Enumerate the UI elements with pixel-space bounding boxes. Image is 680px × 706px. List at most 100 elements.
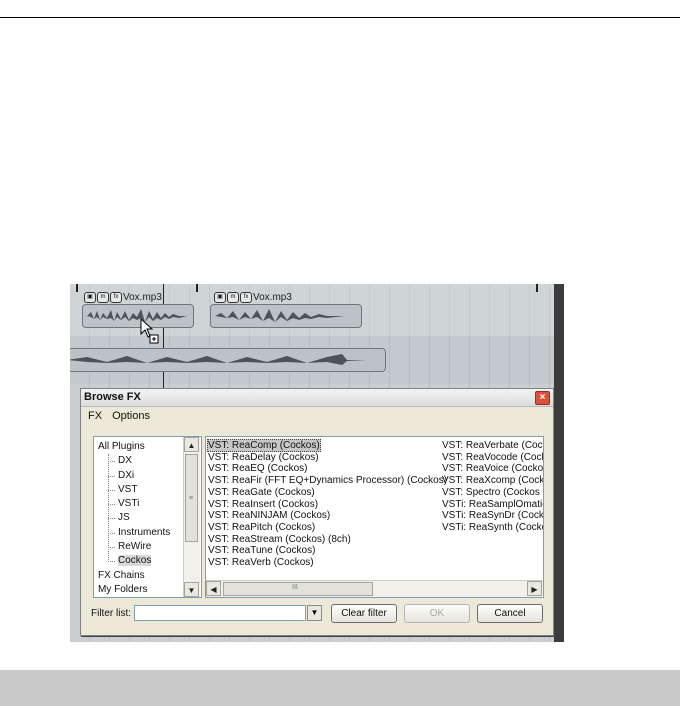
- grip-icon: ≡: [189, 495, 194, 502]
- plugin-category-tree[interactable]: All Plugins DX DXi VST VSTi JS Instruments ReWi…: [93, 436, 202, 598]
- item-lock-icon[interactable]: ▣: [214, 292, 226, 303]
- plugin-item[interactable]: VST: ReaGate (Cockos): [208, 487, 447, 499]
- plugin-item-label: VST: ReaVocode (Cocl: [442, 451, 544, 463]
- tree-scroll-thumb[interactable]: ≡: [185, 454, 198, 542]
- plugin-item-label: VST: ReaVoice (Cocko: [442, 463, 544, 475]
- filter-dropdown-icon[interactable]: ▼: [307, 605, 322, 621]
- plugin-item-label: VSTi: ReaSynDr (Cock: [442, 510, 544, 522]
- grip-icon: III: [292, 584, 298, 591]
- tree-item-label: VSTi: [118, 498, 140, 510]
- tree-item[interactable]: FX Chains: [98, 569, 170, 583]
- menu-fx[interactable]: FX: [88, 410, 102, 422]
- item-lock-icon[interactable]: ▣: [84, 292, 96, 303]
- tree-item[interactable]: ReWire: [98, 540, 170, 554]
- filter-list-input[interactable]: [134, 605, 306, 621]
- ok-button[interactable]: OK: [404, 604, 470, 623]
- item-a-header: ▣ m fx Vox.mp3: [84, 292, 162, 303]
- tree-item[interactable]: All Plugins: [98, 440, 170, 454]
- waveform-b: [215, 309, 345, 322]
- scroll-down-icon[interactable]: ▼: [184, 582, 199, 597]
- scroll-right-icon[interactable]: ▶: [527, 581, 542, 596]
- plugin-item[interactable]: VST: ReaVerb (Cockos): [208, 557, 447, 569]
- plugin-item-label: VST: ReaTune (Cockos): [208, 545, 316, 557]
- tree-item[interactable]: VSTi: [98, 497, 170, 511]
- tree-item[interactable]: JS: [98, 511, 170, 525]
- plugin-item[interactable]: VST: ReaInsert (Cockos): [208, 499, 447, 511]
- edit-cursor-line: [163, 284, 164, 394]
- plugin-item[interactable]: VST: ReaVocode (Cocl: [442, 451, 544, 464]
- tree-item-label: JS: [118, 512, 130, 524]
- bottom-band: [0, 670, 680, 706]
- plugin-item[interactable]: VST: ReaComp (Cockos): [207, 439, 447, 452]
- tree-item-label: ReWire: [118, 541, 152, 553]
- item-fx-button[interactable]: fx: [110, 292, 122, 303]
- plugin-item-label: VST: ReaDelay (Cockos): [208, 451, 319, 463]
- tree-item[interactable]: Instruments: [98, 526, 170, 540]
- tree-item-label: Instruments: [118, 526, 171, 538]
- marker-tick: [536, 284, 538, 292]
- cancel-button[interactable]: Cancel: [477, 604, 543, 623]
- plugin-item[interactable]: VST: ReaVerbate (Cocl: [442, 440, 543, 452]
- plugin-list[interactable]: VST: ReaComp (Cockos) VST: ReaDelay (Cock…: [205, 436, 544, 598]
- plugin-item[interactable]: VST: ReaTune (Cockos): [208, 545, 447, 557]
- plugin-item[interactable]: VST: ReaDelay (Cockos): [208, 452, 447, 464]
- scroll-up-icon[interactable]: ▲: [184, 437, 199, 452]
- scroll-left-icon[interactable]: ◀: [206, 581, 221, 596]
- plugin-item[interactable]: VST: ReaFir (FFT EQ+Dynamics Processor) …: [208, 475, 447, 487]
- plugin-item-label: VSTi: ReaSynth (Cocko: [442, 521, 544, 533]
- tree-item[interactable]: Cockos: [98, 554, 170, 568]
- plugin-item[interactable]: VST: ReaEQ (Cockos): [208, 463, 447, 475]
- dialog-title: Browse FX: [84, 391, 141, 403]
- waveform-long: [70, 354, 367, 365]
- item-mute-button[interactable]: m: [227, 292, 239, 303]
- plugin-item[interactable]: VSTi: ReaSynDr (Cock: [442, 510, 544, 522]
- plugin-item[interactable]: VST: ReaStream (Cockos) (8ch): [208, 534, 447, 546]
- tree-item-label: My Folders: [98, 583, 148, 595]
- item-a-name: Vox.mp3: [123, 292, 162, 303]
- plugin-horizontal-scrollbar[interactable]: ◀ III ▶: [206, 580, 543, 597]
- audio-item-a[interactable]: [82, 304, 194, 328]
- drag-copy-cursor-icon: [140, 318, 159, 344]
- plugin-item-label: VSTi: ReaSamplOmatic: [442, 498, 544, 510]
- plugin-item-label: VST: ReaStream (Cockos) (8ch): [208, 533, 351, 545]
- plugin-item[interactable]: VST: ReaNINJAM (Cockos): [208, 510, 447, 522]
- plugin-item[interactable]: VSTi: ReaSynth (Cocko: [442, 521, 544, 534]
- tree-vertical-scrollbar[interactable]: ▲ ≡ ▼: [183, 437, 200, 597]
- plugin-item-label: VST: ReaGate (Cockos): [208, 486, 315, 498]
- browse-fx-dialog: Browse FX × FX Options All Plugins DX DXi V…: [80, 388, 554, 636]
- arrange-right-edge: [554, 284, 564, 642]
- item-b-name: Vox.mp3: [253, 292, 292, 303]
- plugin-item[interactable]: VST: ReaVoice (Cocko: [442, 463, 544, 475]
- plugin-item-label: VST: ReaComp (Cockos): [207, 439, 321, 452]
- audio-item-b[interactable]: [210, 304, 362, 328]
- tree-item[interactable]: DXi: [98, 469, 170, 483]
- filter-list-label: Filter list:: [91, 608, 131, 619]
- plugin-column-1: VST: ReaComp (Cockos) VST: ReaDelay (Cock…: [207, 439, 447, 569]
- tree-item[interactable]: VST: [98, 483, 170, 497]
- audio-item-long[interactable]: [70, 348, 386, 372]
- item-fx-button[interactable]: fx: [240, 292, 252, 303]
- tree-item[interactable]: My Folders: [98, 583, 170, 597]
- clear-filter-button[interactable]: Clear filter: [331, 604, 397, 623]
- waveform-a: [87, 309, 187, 322]
- plugin-item[interactable]: VST: Spectro (Cockos 1: [442, 486, 544, 499]
- plugin-scroll-thumb[interactable]: III: [223, 582, 373, 596]
- tree-item-label: Cockos: [118, 555, 152, 567]
- close-icon[interactable]: ×: [535, 391, 550, 405]
- tree-item-label: All Plugins: [98, 441, 145, 452]
- tree-item-label: DX: [118, 455, 132, 467]
- item-b-header: ▣ m fx Vox.mp3: [214, 292, 292, 303]
- plugin-item-label: VST: ReaInsert (Cockos): [208, 498, 319, 510]
- plugin-item[interactable]: VSTi: ReaSamplOmatic: [442, 498, 544, 511]
- menu-options[interactable]: Options: [112, 410, 150, 422]
- tree-item[interactable]: DX: [98, 454, 170, 468]
- plugin-item-label: VST: ReaFir (FFT EQ+Dynamics Processor) …: [208, 475, 448, 487]
- item-mute-button[interactable]: m: [97, 292, 109, 303]
- dialog-titlebar[interactable]: Browse FX ×: [81, 389, 553, 407]
- plugin-item[interactable]: VST: ReaPitch (Cockos): [208, 522, 447, 534]
- plugin-item-label: VST: Spectro (Cockos 1: [442, 486, 544, 498]
- plugin-item[interactable]: VST: ReaXcomp (Cock: [442, 475, 543, 487]
- tree-list: All Plugins DX DXi VST VSTi JS Instruments ReWi…: [98, 440, 170, 597]
- plugin-column-2: VST: ReaVerbate (Cocl VST: ReaVocode (Coc…: [442, 440, 544, 534]
- tree-item-label: FX Chains: [98, 569, 145, 581]
